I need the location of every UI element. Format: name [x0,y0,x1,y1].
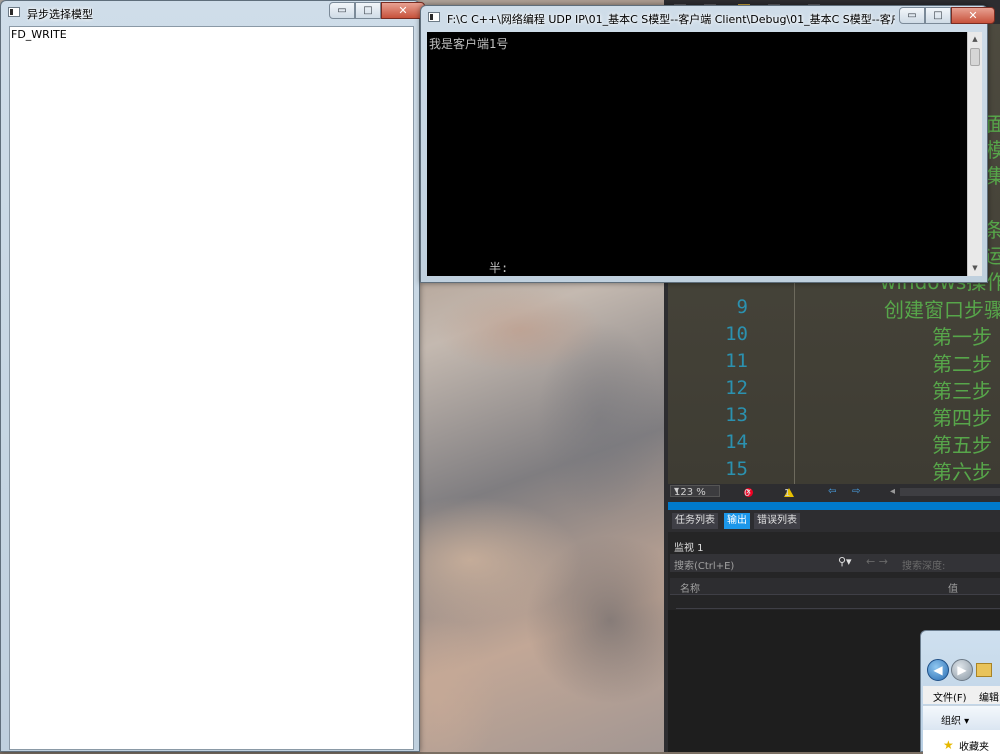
watch-panel-title: 监视 1 [674,543,704,554]
menu-edit[interactable]: 编辑 [979,689,999,704]
code-line: 第三步 [932,379,992,403]
window-title: 异步选择模型 [27,8,93,21]
title-bar[interactable]: 异步选择模型 ▭ □ ✕ [1,1,425,25]
close-button[interactable]: ✕ [951,7,995,24]
forward-button[interactable]: ▶ [951,659,973,681]
vertical-scrollbar[interactable]: ▲ ▼ [967,32,982,276]
error-count-value: 0 [744,488,751,499]
client-area[interactable]: FD_WRITE [9,26,414,750]
explorer-navpane: ★ 收藏夹 [923,730,1000,754]
code-line: 第二步 [932,352,992,376]
line-number: 14 [725,431,748,453]
line-number: 12 [725,377,748,399]
nav-back-icon[interactable]: ⇦ [828,486,836,497]
code-line: 模 [986,138,1000,162]
column-name[interactable]: 名称 [680,580,700,595]
back-button[interactable]: ◀ [927,659,949,681]
line-number: 11 [725,350,748,372]
console-line: 半: [489,261,509,275]
line-number: 15 [725,458,748,480]
event-message: FD_WRITE [11,28,67,41]
column-value[interactable]: 值 [948,580,958,595]
tab-error-list[interactable]: 错误列表 [754,513,800,529]
caption-buttons: ▭ □ ✕ [899,7,995,25]
scroll-thumb[interactable] [970,48,980,66]
warning-count-value: 1 [784,488,791,499]
console-line: 我是客户端1号 [429,37,509,51]
title-bar[interactable]: F:\C C++\网络编程 UDP IP\01_基本C S模型--客户端 Cli… [421,6,995,30]
organize-button[interactable]: 组织 ▾ [941,712,969,727]
menu-file[interactable]: 文件(F) [933,689,967,704]
code-line: 第四步 [932,406,992,430]
minimize-button[interactable]: ▭ [899,7,925,24]
folder-icon [976,663,992,677]
minimize-button[interactable]: ▭ [329,2,355,19]
window-title: F:\C C++\网络编程 UDP IP\01_基本C S模型--客户端 Cli… [447,13,895,26]
scroll-down-icon[interactable]: ▼ [968,261,982,276]
tab-output[interactable]: 输出 [724,513,750,529]
close-button[interactable]: ✕ [381,2,425,19]
watch-row[interactable] [676,594,1000,609]
line-number: 10 [725,323,748,345]
code-line: 面 [986,112,1000,136]
console-window: F:\C C++\网络编程 UDP IP\01_基本C S模型--客户端 Cli… [420,5,995,283]
code-line: 第一步 [932,325,992,349]
line-number: 9 [736,296,748,318]
code-line: 创建窗口步骤 [884,298,1000,322]
search-input[interactable]: 搜索(Ctrl+E) [674,557,734,572]
search-depth-label: 搜索深度: [902,561,946,572]
output-tabs: 任务列表 输出 错误列表 [668,510,1000,532]
star-icon: ★ [943,738,954,752]
explorer-nav: ◀ ▶ [927,659,992,681]
favorites-item[interactable]: 收藏夹 [959,738,989,753]
window-icon[interactable] [8,7,20,17]
explorer-toolbar: 组织 ▾ [923,705,1000,730]
line-number: 13 [725,404,748,426]
code-line: 集 [986,164,1000,188]
console-output[interactable]: 我是客户端1号 半: [427,32,967,276]
zoom-select[interactable]: 123 % ▾ [670,485,720,498]
zoom-value: 123 % [674,487,706,498]
async-select-window: 异步选择模型 ▭ □ ✕ FD_WRITE [0,0,425,752]
tab-task-list[interactable]: 任务列表 [672,513,718,529]
code-line: 第六步 [932,460,992,484]
maximize-button[interactable]: □ [925,7,951,24]
maximize-button[interactable]: □ [355,2,381,19]
search-nav-icon[interactable]: ← → [866,555,888,568]
explorer-menubar: 文件(F) 编辑 [923,686,1000,704]
watch-column-header: 名称 值 [670,578,1000,595]
nav-forward-icon[interactable]: ⇨ [852,486,860,497]
code-line: 第五步 [932,433,992,457]
horizontal-scrollbar[interactable] [900,488,1000,496]
panel-separator [668,502,1000,510]
explorer-window: ◀ ▶ 文件(F) 编辑 组织 ▾ ★ 收藏夹 [920,630,1000,754]
caption-buttons: ▭ □ ✕ [329,2,425,20]
console-icon[interactable] [428,12,440,22]
watch-search-row: 搜索(Ctrl+E) ⚲▾ ← → 搜索深度: [670,554,1000,572]
editor-status-strip: 123 % ▾ ✕ 0 1 ⇦ ⇨ ◂ [668,484,1000,500]
search-icon[interactable]: ⚲▾ [838,555,852,568]
scroll-left-icon[interactable]: ◂ [890,486,895,497]
scroll-up-icon[interactable]: ▲ [968,32,982,47]
